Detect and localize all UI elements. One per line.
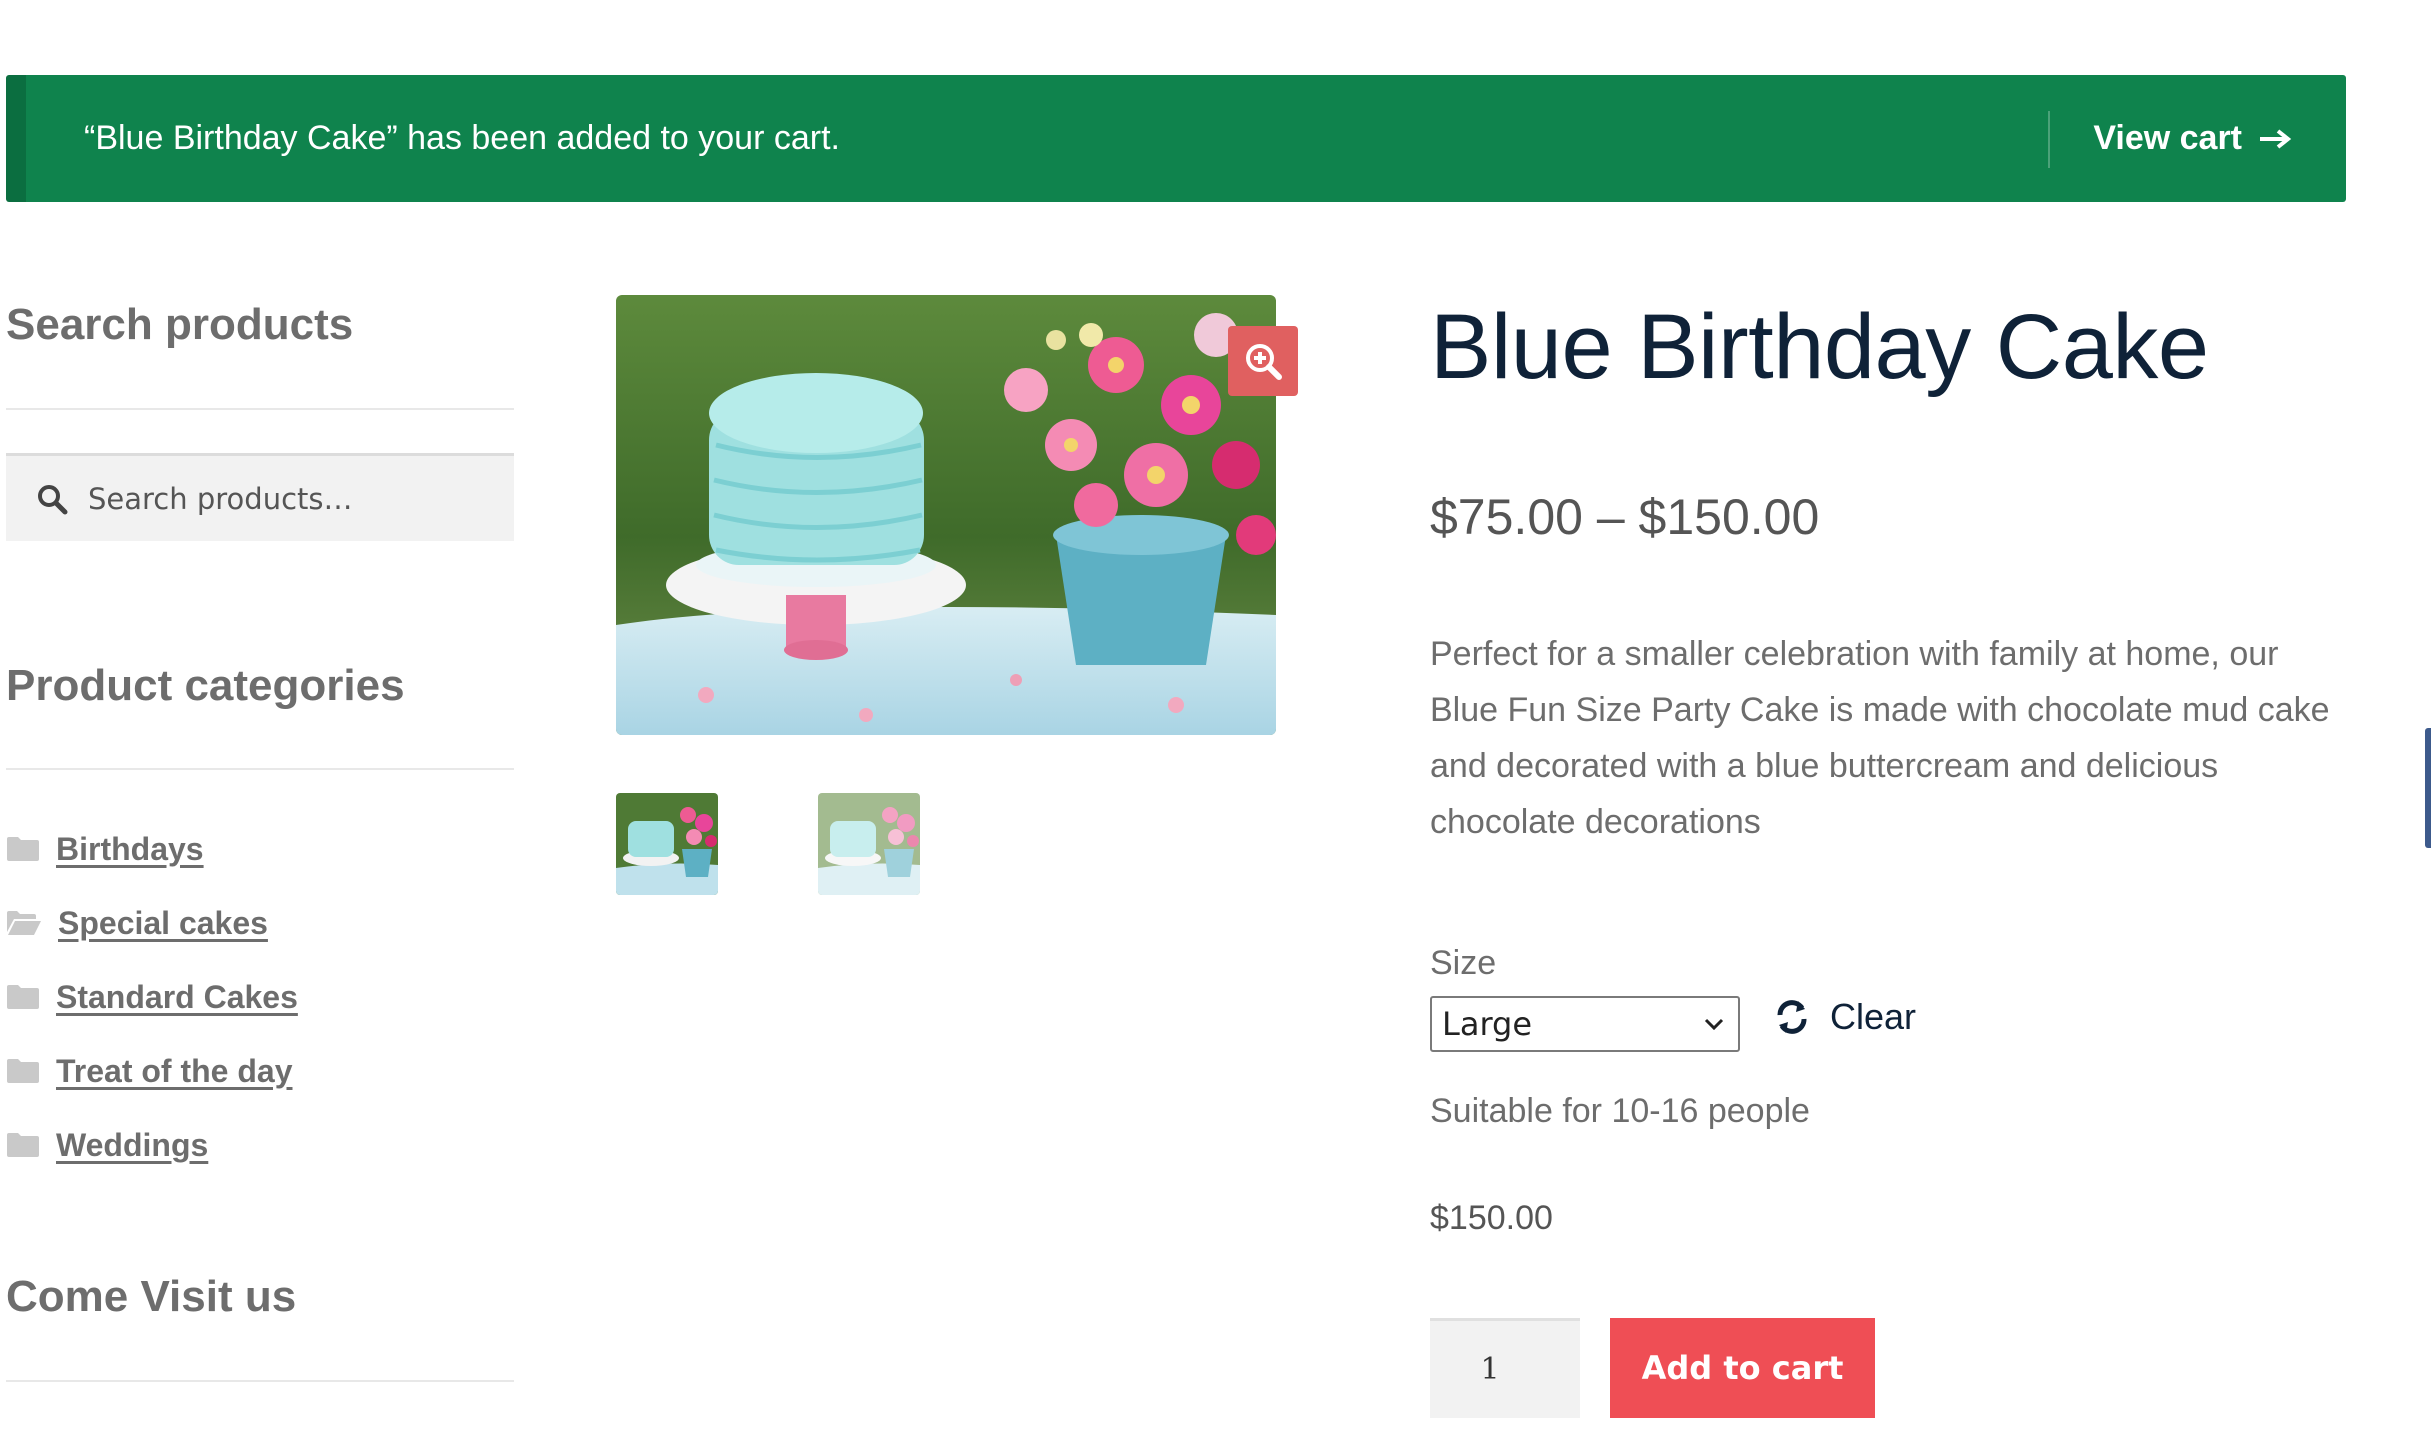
arrow-right-icon xyxy=(2260,128,2292,149)
visit-widget-title: Come Visit us xyxy=(6,1272,297,1321)
category-item-treat-of-the-day: Treat of the day xyxy=(6,1034,298,1108)
search-input[interactable] xyxy=(88,481,488,516)
folder-icon xyxy=(7,837,39,861)
search-widget-title: Search products xyxy=(6,300,354,349)
thumbnail-image xyxy=(616,793,718,895)
clear-variation-link[interactable]: Clear xyxy=(1772,996,1916,1038)
view-cart-link[interactable]: View cart xyxy=(2093,119,2292,158)
add-to-cart-button[interactable]: Add to cart xyxy=(1610,1318,1875,1418)
product-main-image[interactable] xyxy=(616,295,1276,735)
variation-price: $150.00 xyxy=(1430,1199,1553,1237)
product-price-range: $75.00 – $150.00 xyxy=(1430,489,1820,545)
size-select[interactable]: Large xyxy=(1430,996,1740,1052)
product-description: Perfect for a smaller celebration with f… xyxy=(1430,635,2330,841)
folder-icon xyxy=(7,1059,39,1083)
folder-icon xyxy=(7,1133,39,1157)
category-link-weddings[interactable]: Weddings xyxy=(56,1127,208,1164)
category-item-weddings: Weddings xyxy=(6,1108,298,1182)
category-link-standard-cakes[interactable]: Standard Cakes xyxy=(56,979,298,1016)
clear-label: Clear xyxy=(1830,996,1917,1037)
thumbnail-image xyxy=(818,793,920,895)
cart-notice-message: “Blue Birthday Cake” has been added to y… xyxy=(84,119,840,157)
folder-open-icon xyxy=(7,911,41,935)
widget-divider xyxy=(6,1380,514,1382)
chevron-down-icon xyxy=(1704,1018,1724,1030)
widget-divider xyxy=(6,768,514,770)
zoom-in-icon xyxy=(1246,344,1282,380)
category-link-special-cakes[interactable]: Special cakes xyxy=(58,905,268,942)
cart-notice-banner: “Blue Birthday Cake” has been added to y… xyxy=(6,75,2346,202)
variation-description: Suitable for 10-16 people xyxy=(1430,1092,1810,1130)
refresh-icon xyxy=(1777,1000,1807,1034)
category-item-standard-cakes: Standard Cakes xyxy=(6,960,298,1034)
folder-icon xyxy=(7,985,39,1009)
size-label: Size xyxy=(1430,944,1497,982)
product-thumbnail[interactable] xyxy=(818,793,920,895)
search-icon xyxy=(38,484,68,514)
edge-tab xyxy=(2425,728,2431,848)
quantity-input[interactable] xyxy=(1430,1318,1580,1418)
notice-divider xyxy=(2048,111,2050,168)
product-title: Blue Birthday Cake xyxy=(1430,296,2209,398)
category-link-birthdays[interactable]: Birthdays xyxy=(56,831,204,868)
categories-widget-title: Product categories xyxy=(6,661,405,710)
category-item-birthdays: Birthdays xyxy=(6,812,298,886)
search-form xyxy=(6,453,514,541)
widget-divider xyxy=(6,408,514,410)
category-list: Birthdays Special cakes Standard Cakes T… xyxy=(6,812,298,1182)
view-cart-label: View cart xyxy=(2093,119,2242,157)
cake-photo xyxy=(616,295,1276,735)
category-item-special-cakes: Special cakes xyxy=(6,886,298,960)
zoom-button[interactable] xyxy=(1228,326,1298,396)
product-thumbnail[interactable] xyxy=(616,793,718,895)
category-link-treat-of-the-day[interactable]: Treat of the day xyxy=(56,1053,293,1090)
size-selected-value: Large xyxy=(1442,1005,1533,1043)
